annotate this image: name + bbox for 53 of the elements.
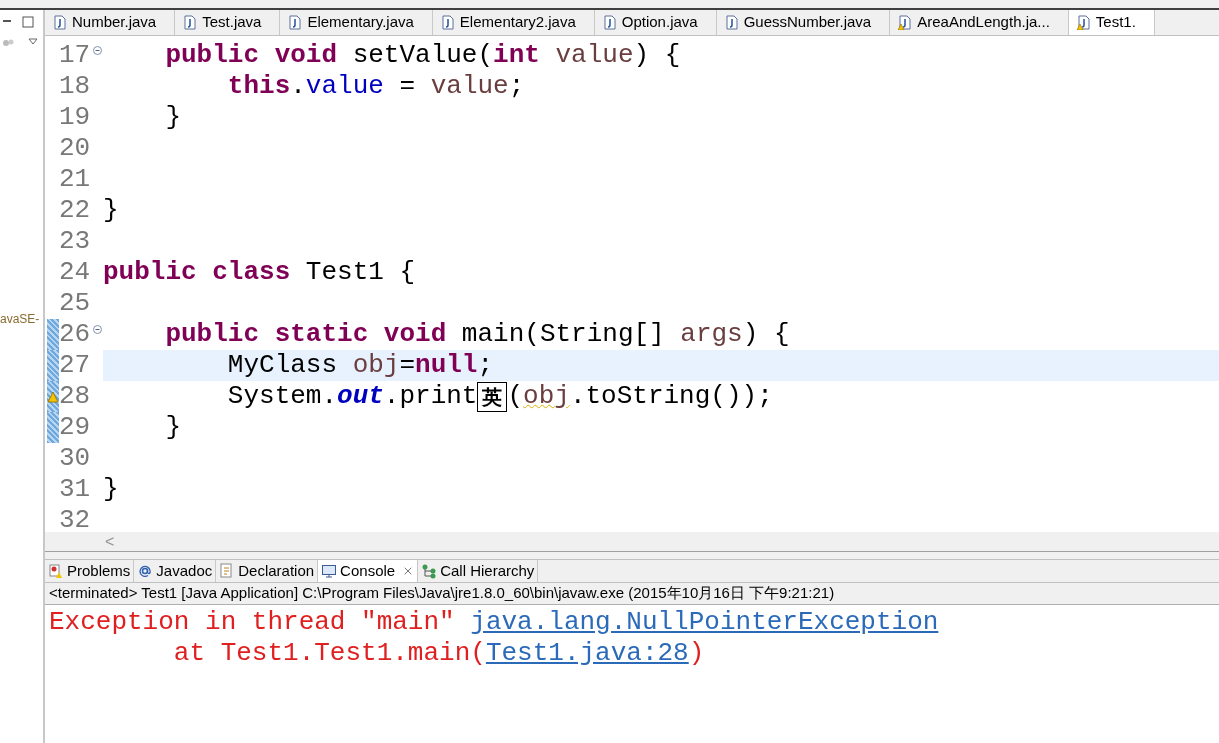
java-file-warning-icon: [898, 15, 913, 30]
line-number: 20: [59, 133, 92, 164]
fold-icon[interactable]: [93, 46, 102, 55]
at-sign-icon: [137, 563, 154, 579]
line-number: 25: [59, 288, 92, 319]
java-file-icon: [288, 15, 303, 30]
java-file-icon: [724, 15, 739, 30]
console-header: <terminated> Test1 [Java Application] C:\Program Files\Java\jre1.8.0_60\bin\javaw.exe (2015年10月16日 下午9:21:21): [45, 583, 1219, 605]
line-number: 28: [59, 381, 92, 412]
code-line: }: [164, 412, 181, 443]
problems-icon: [48, 563, 64, 579]
code-line: public static void main(String[] args) {: [164, 319, 790, 350]
line-number: 21: [59, 164, 92, 195]
error-text: ): [688, 638, 705, 668]
code-line: System.out.print 英 (obj.toString());: [226, 381, 773, 412]
maximize-icon[interactable]: [22, 16, 34, 28]
java-file-warning-icon: [1076, 15, 1091, 30]
code-line: this.value = value;: [226, 71, 525, 102]
fold-icon[interactable]: [93, 325, 102, 334]
stack-trace-link[interactable]: Test1.java:28: [485, 638, 689, 668]
line-number: 19: [59, 102, 92, 133]
java-file-icon: [440, 15, 455, 30]
dropdown-icon[interactable]: [28, 38, 38, 45]
code-editor[interactable]: [45, 36, 1219, 532]
code-line: public class Test1 {: [103, 257, 416, 288]
hierarchy-icon: [421, 563, 438, 579]
editor-tab[interactable]: Test1.: [1068, 10, 1155, 35]
code-line: MyClass obj=null;: [226, 350, 494, 381]
monitor-icon: [321, 563, 338, 579]
error-text: Exception in thread "main": [49, 607, 456, 637]
line-number: 17: [59, 40, 92, 71]
tree-item-label[interactable]: avaSE-: [0, 310, 43, 328]
code-line: public void setValue(int value) {: [164, 40, 681, 71]
line-number: 31: [59, 474, 92, 505]
line-number: 18: [59, 71, 92, 102]
java-file-icon: [53, 15, 67, 30]
code-line: }: [164, 102, 181, 133]
line-number: 30: [59, 443, 92, 474]
line-number: 26: [59, 319, 92, 350]
line-number: 27: [59, 350, 92, 381]
java-file-icon: [183, 15, 198, 30]
line-number: 29: [59, 412, 92, 443]
java-file-icon: [602, 15, 617, 30]
input-method-indicator: 英: [477, 381, 508, 412]
panel-tab[interactable]: Console: [318, 560, 419, 582]
line-number: 22: [59, 195, 92, 226]
code-line: }: [103, 195, 119, 226]
line-number: 32: [59, 505, 92, 532]
error-text: at Test1.Test1.main(: [172, 638, 486, 668]
line-number: 24: [59, 257, 92, 288]
stack-trace-link[interactable]: java.lang.NullPointerException: [470, 607, 939, 637]
code-line: }: [103, 474, 119, 505]
line-number: 23: [59, 226, 92, 257]
